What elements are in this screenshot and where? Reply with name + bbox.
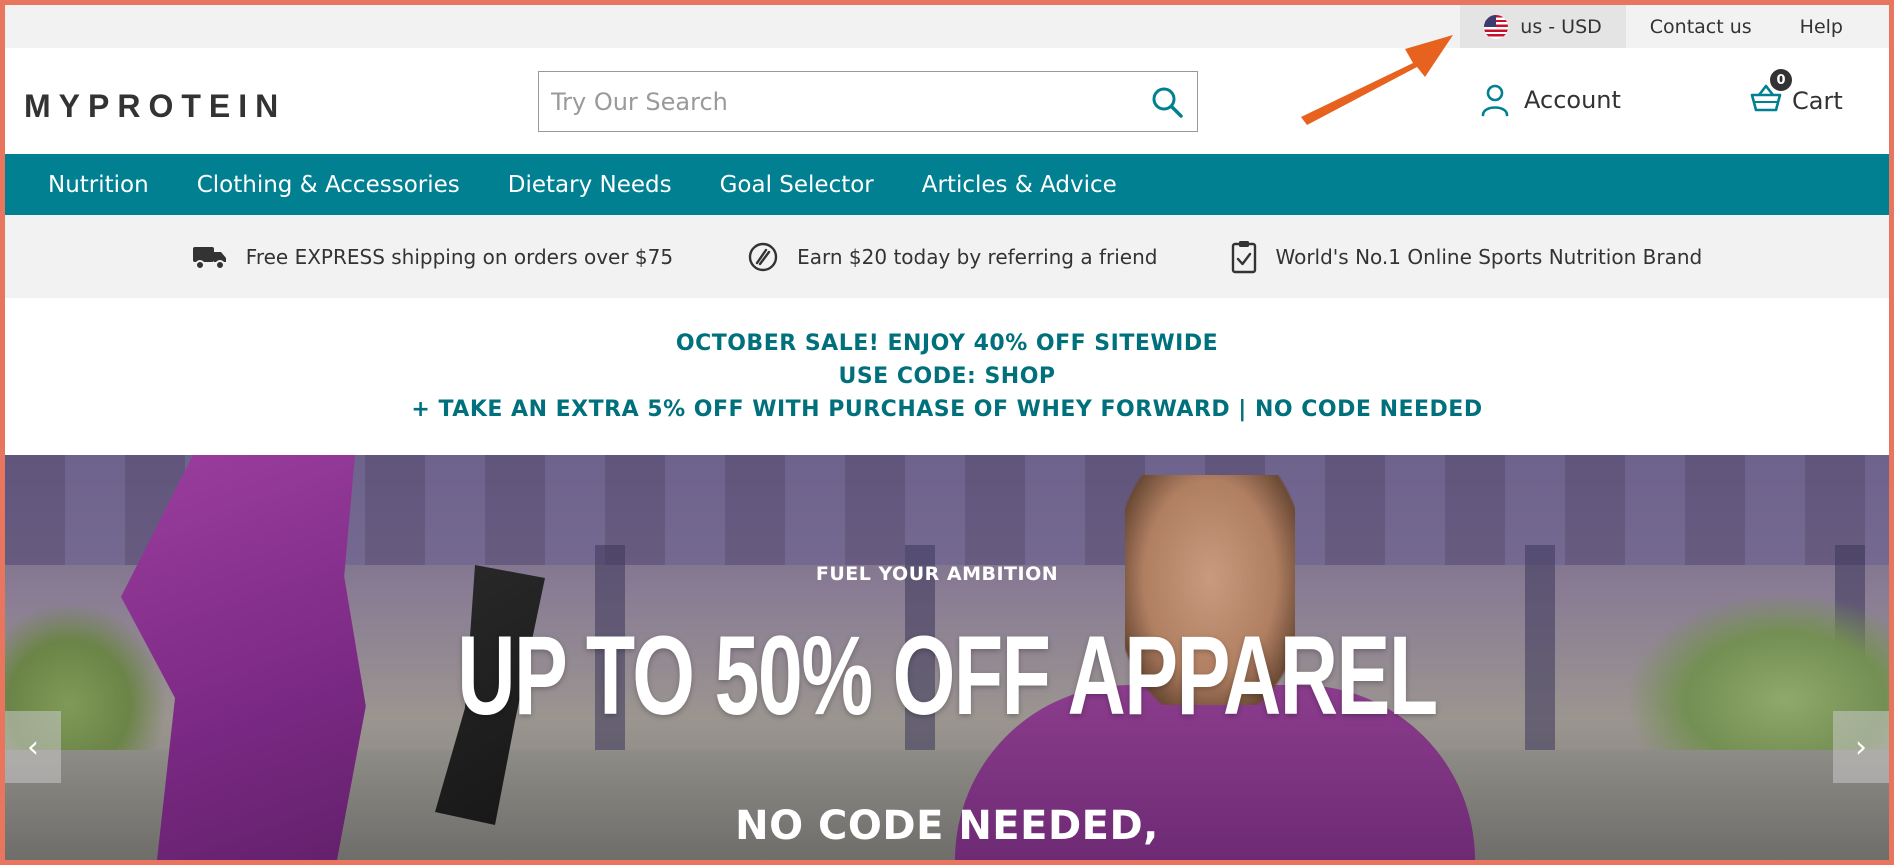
- promo-banner[interactable]: OCTOBER SALE! ENJOY 40% OFF SITEWIDE USE…: [5, 298, 1889, 455]
- usp-referral-text: Earn $20 today by referring a friend: [797, 244, 1158, 269]
- nav-item-articles-advice[interactable]: Articles & Advice: [922, 172, 1117, 198]
- us-flag-icon: [1484, 14, 1509, 39]
- promo-line-code: USE CODE: SHOP: [838, 364, 1056, 389]
- carousel-prev-button[interactable]: ‹: [5, 711, 61, 783]
- hero-carousel[interactable]: FUEL YOUR AMBITION UP TO 50% OFF APPAREL…: [5, 455, 1889, 860]
- account-link[interactable]: Account: [1480, 83, 1621, 117]
- usp-item-shipping[interactable]: Free EXPRESS shipping on orders over $75: [192, 243, 673, 271]
- cart-link[interactable]: 0 Cart: [1750, 69, 1843, 119]
- hero-eyebrow: FUEL YOUR AMBITION: [815, 563, 1059, 585]
- search-button[interactable]: [1149, 84, 1185, 120]
- main-nav: Nutrition Clothing & Accessories Dietary…: [5, 154, 1889, 215]
- promo-line-extra: + TAKE AN EXTRA 5% OFF WITH PURCHASE OF …: [411, 397, 1483, 422]
- nav-item-clothing-accessories[interactable]: Clothing & Accessories: [197, 172, 460, 198]
- cart-icon-wrap: 0: [1750, 69, 1792, 119]
- referral-icon: [748, 242, 778, 271]
- page-frame: us - USD Contact us Help MYPROTEIN Accou…: [5, 5, 1889, 860]
- search-icon: [1152, 87, 1183, 118]
- usp-shipping-text: Free EXPRESS shipping on orders over $75: [245, 244, 674, 269]
- site-header: MYPROTEIN Account: [5, 48, 1889, 154]
- usp-brand-text: World's No.1 Online Sports Nutrition Bra…: [1275, 244, 1703, 269]
- search-bar: [538, 71, 1198, 132]
- usp-item-referral[interactable]: Earn $20 today by referring a friend: [747, 241, 1157, 273]
- locale-selector[interactable]: us - USD: [1460, 5, 1626, 48]
- search-input[interactable]: [551, 87, 1149, 116]
- user-icon: [1481, 84, 1509, 117]
- carousel-next-button[interactable]: ›: [1833, 711, 1889, 783]
- contact-us-link[interactable]: Contact us: [1626, 5, 1776, 48]
- help-link[interactable]: Help: [1776, 5, 1867, 48]
- nav-item-dietary-needs[interactable]: Dietary Needs: [508, 172, 672, 198]
- utility-bar: us - USD Contact us Help: [5, 5, 1889, 48]
- account-label: Account: [1524, 86, 1621, 114]
- hero-subheadline: NO CODE NEEDED,: [735, 803, 1159, 849]
- nav-item-nutrition[interactable]: Nutrition: [48, 172, 149, 198]
- cart-label: Cart: [1792, 87, 1843, 115]
- usp-bar: Free EXPRESS shipping on orders over $75…: [5, 215, 1889, 298]
- locale-label: us - USD: [1520, 15, 1602, 38]
- nav-item-goal-selector[interactable]: Goal Selector: [720, 172, 874, 198]
- clipboard-check-icon: [1232, 240, 1257, 273]
- truck-icon: [192, 246, 226, 270]
- myprotein-logo[interactable]: MYPROTEIN: [24, 88, 286, 125]
- hero-headline: UP TO 50% OFF APPAREL: [457, 613, 1438, 738]
- promo-line-sale: OCTOBER SALE! ENJOY 40% OFF SITEWIDE: [675, 331, 1219, 356]
- cart-count-badge: 0: [1770, 69, 1792, 91]
- usp-item-brand[interactable]: World's No.1 Online Sports Nutrition Bra…: [1231, 240, 1702, 274]
